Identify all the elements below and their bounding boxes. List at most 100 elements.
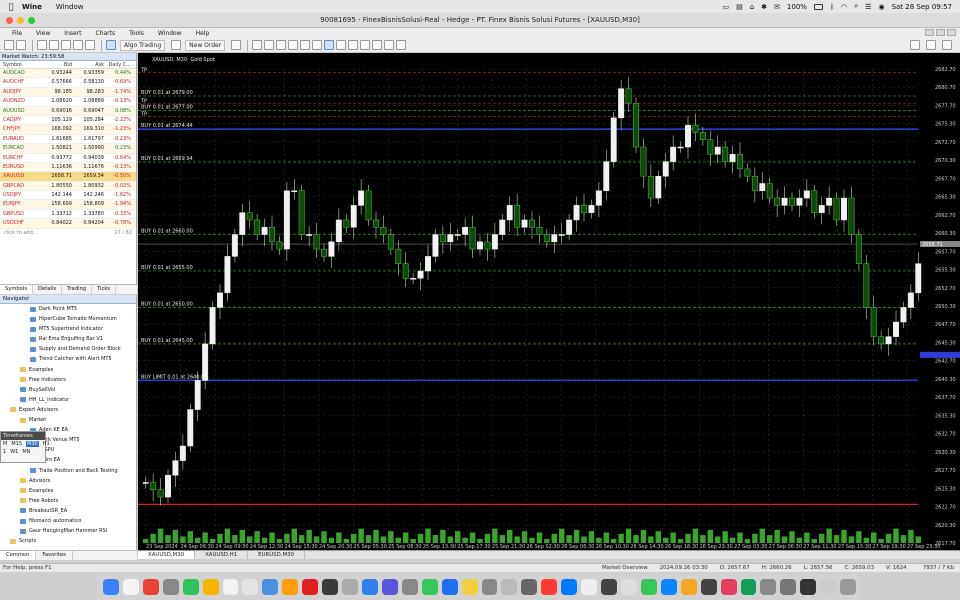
navigator-item[interactable]: Gaur HangingMan Hammer RSI — [0, 526, 136, 536]
navigator-item[interactable]: Free Robots — [0, 496, 136, 506]
col-daily-change[interactable]: Daily C... — [104, 61, 134, 68]
shapes-icon[interactable] — [396, 40, 407, 50]
dock-app-icon[interactable] — [242, 579, 259, 595]
share-icon[interactable]: ⌂ — [750, 3, 754, 11]
dock-app-icon[interactable] — [302, 579, 319, 595]
dock-app-icon[interactable] — [820, 579, 837, 595]
dock-app-icon[interactable] — [401, 579, 418, 595]
wifi-icon[interactable]: ◠ — [841, 3, 847, 11]
market-watch-add-row[interactable]: click to add... 17 / 82 — [0, 229, 136, 238]
tab-ticks[interactable]: Ticks — [92, 285, 117, 294]
mac-app-name[interactable]: Wine — [22, 3, 42, 11]
close-child-button[interactable] — [947, 29, 956, 36]
market-watch-row[interactable]: AUDCHF 0.57666 0.58130 -0.69% — [0, 78, 136, 88]
tester-icon[interactable] — [85, 40, 95, 50]
menu-help[interactable]: Help — [196, 30, 210, 37]
navigator-item[interactable]: Free Indicators — [0, 375, 136, 385]
search-icon[interactable]: ⌕ — [854, 2, 858, 11]
dock-app-icon[interactable] — [262, 579, 279, 595]
navigator-item[interactable]: MT5 Supertrend Indicator — [0, 324, 136, 334]
tab-symbols[interactable]: Symbols — [0, 285, 34, 294]
dock-app-icon[interactable] — [601, 579, 617, 595]
dock-app-icon[interactable] — [720, 579, 737, 595]
profiles-icon[interactable] — [16, 40, 26, 50]
navigator-item[interactable]: Trade Position and Back Testing — [0, 466, 136, 476]
col-symbol[interactable]: Symbol — [0, 61, 40, 68]
restore-child-button[interactable] — [936, 29, 945, 36]
tf-m[interactable]: M — [3, 441, 7, 447]
tab-trading[interactable]: Trading — [62, 285, 93, 294]
mac-window-menu[interactable]: Window — [56, 3, 84, 11]
col-ask[interactable]: Ask — [72, 61, 104, 68]
new-order-icon[interactable] — [171, 40, 182, 50]
dock-app-icon[interactable] — [700, 579, 717, 595]
control-center-icon[interactable]: ☰ — [865, 3, 871, 11]
dock-app-icon[interactable] — [660, 579, 677, 595]
dock-app-icon[interactable] — [561, 579, 578, 595]
navigator-item[interactable]: Trend Catcher with Alert MT5 — [0, 354, 136, 364]
market-watch-row[interactable]: EURCHF 0.93772 0.94039 -0.64% — [0, 154, 136, 163]
dock-app-icon[interactable] — [103, 579, 119, 595]
mail-icon[interactable]: ✉ — [774, 3, 780, 11]
navigator-icon[interactable] — [61, 40, 71, 50]
market-watch-row[interactable]: USDJPY 142.144 142.246 -1.82% — [0, 191, 136, 201]
bluetooth-menu-icon[interactable]: ᛒ — [830, 3, 834, 11]
navigator-item[interactable]: Supply and Demand Order Block — [0, 344, 136, 354]
apple-icon[interactable]:  — [0, 2, 22, 11]
tab-details[interactable]: Details — [33, 285, 63, 294]
dock-app-icon[interactable] — [142, 579, 159, 595]
dock-app-icon[interactable] — [381, 579, 398, 595]
minimize-child-button[interactable] — [925, 29, 934, 36]
market-watch-row[interactable]: EURCAD 1.50821 1.50990 0.23% — [0, 144, 136, 154]
depth-icon[interactable] — [231, 40, 242, 50]
market-watch-row[interactable]: EURAUD 1.61685 1.61797 -0.23% — [0, 135, 136, 145]
tf-1[interactable]: 1 — [3, 449, 6, 455]
search-icon[interactable] — [910, 40, 920, 50]
text-icon[interactable] — [384, 40, 395, 50]
market-watch-row[interactable]: GBPCAD 1.80550 1.80932 -0.02% — [0, 181, 136, 192]
navigator-item[interactable]: Examples — [0, 365, 136, 375]
tf-m15[interactable]: M15 — [11, 441, 22, 447]
chart-canvas[interactable]: 2682.70 2680.70 2677.70 2675.30 2672.70 2670.… — [138, 53, 960, 550]
dock-app-icon[interactable] — [441, 579, 458, 595]
market-watch-row[interactable]: USDCHF 0.84022 0.84204 -0.78% — [0, 219, 136, 229]
dock-app-icon[interactable] — [501, 579, 518, 595]
dock-app-icon[interactable] — [680, 579, 697, 595]
navigator-item[interactable]: Expert Advisors — [0, 405, 136, 415]
menu-window[interactable]: Window — [158, 30, 182, 37]
navigator-item[interactable]: BuySellVol — [0, 385, 136, 395]
navigator-item[interactable]: Scripts — [0, 536, 136, 546]
dock-app-icon[interactable] — [481, 579, 498, 595]
navigator-item[interactable]: Market — [0, 415, 136, 425]
crosshair-icon[interactable] — [336, 40, 347, 50]
algo-trading-icon[interactable] — [106, 40, 116, 50]
toolbox-icon[interactable] — [73, 40, 83, 50]
market-watch-row[interactable]: CADJPY 105.129 105.284 -2.22% — [0, 116, 136, 126]
hline-icon[interactable] — [348, 40, 359, 50]
market-watch-row[interactable]: AUDNZD 1.08620 1.08889 -0.13% — [0, 97, 136, 107]
navigator-item[interactable]: Rai Ema Engulfing Bar V1 — [0, 334, 136, 344]
zoom-out-icon[interactable] — [264, 40, 275, 50]
market-watch-row[interactable]: AUDUSD 0.69016 0.69047 0.08% — [0, 106, 136, 116]
account-icon[interactable] — [942, 40, 952, 50]
trendline-icon[interactable] — [360, 40, 371, 50]
bluetooth-icon[interactable]: ✱ — [761, 3, 767, 11]
dock-app-icon[interactable] — [461, 579, 478, 595]
navigator-item[interactable]: Dark Point MT5 — [0, 304, 136, 314]
tab-favorites[interactable]: Favorites — [36, 551, 73, 560]
dock-app-icon[interactable] — [620, 579, 637, 595]
dock-app-icon[interactable] — [282, 579, 299, 595]
menu-view[interactable]: View — [36, 30, 50, 37]
navigator-item[interactable]: HH_LL_Indicator — [0, 395, 136, 405]
menu-charts[interactable]: Charts — [96, 30, 116, 37]
minimize-window-button[interactable] — [17, 17, 24, 24]
chart-tab-xauusd-m30[interactable]: XAUUSD,M30 — [138, 551, 196, 559]
market-watch-row[interactable]: AUDCAD 0.93244 0.93359 0.44% — [0, 69, 136, 79]
navigator-item[interactable]: Examples — [0, 486, 136, 496]
chart-tab-xauusd-h1[interactable]: XAUUSD,H1 — [195, 551, 249, 559]
dock-app-icon[interactable] — [162, 579, 179, 595]
dock-app-icon[interactable] — [202, 579, 219, 595]
zoom-in-icon[interactable] — [252, 40, 263, 50]
notifications-icon[interactable] — [926, 40, 936, 50]
menu-insert[interactable]: Insert — [64, 30, 81, 37]
